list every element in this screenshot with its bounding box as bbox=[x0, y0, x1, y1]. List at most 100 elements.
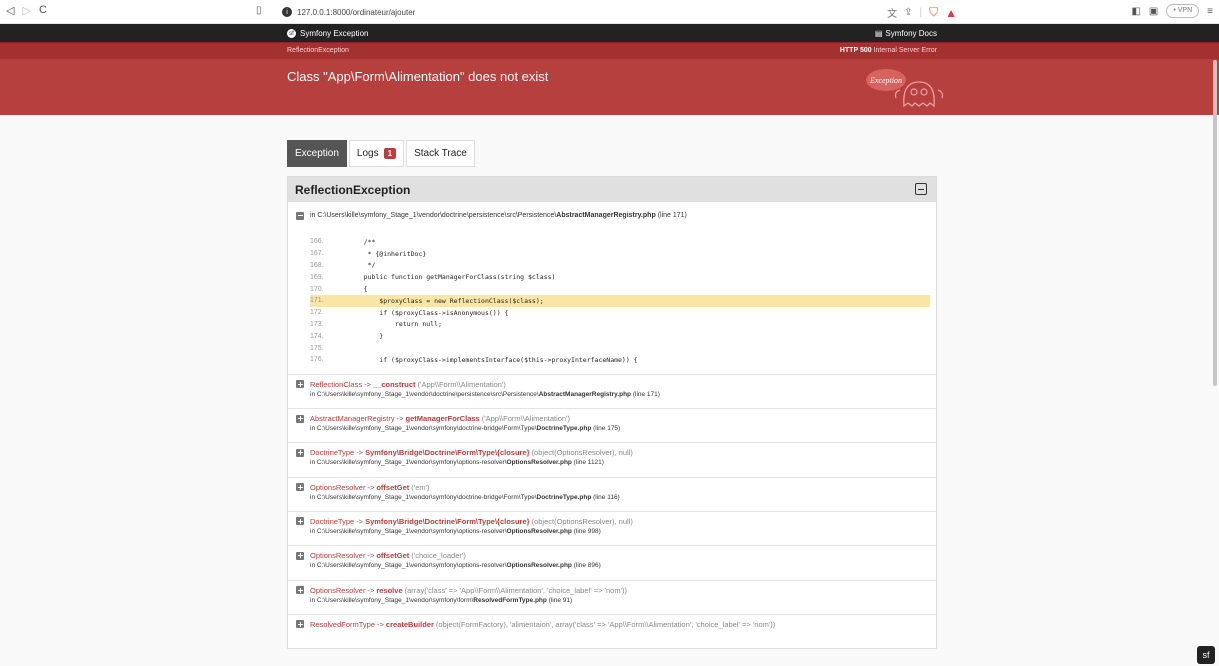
frame-args: (object(OptionsResolver), null) bbox=[531, 448, 633, 458]
line-number: 166. bbox=[310, 238, 324, 246]
code-line: 175. bbox=[310, 342, 930, 354]
brave-shield-icon[interactable]: ⛉ bbox=[929, 5, 938, 20]
tab-logs[interactable]: Logs 1 bbox=[348, 140, 405, 167]
exception-panel: ReflectionException in C:\Users\kille\sy… bbox=[287, 176, 937, 650]
expand-frame-icon[interactable] bbox=[296, 414, 304, 423]
frame-args: (object(OptionsResolver), null) bbox=[531, 516, 633, 526]
expand-frame-icon[interactable] bbox=[296, 483, 304, 492]
frame-file: OptionsResolver.php bbox=[506, 459, 572, 467]
brave-rewards-icon[interactable]: ▲ bbox=[945, 6, 957, 20]
stack-frame[interactable]: OptionsResolver -> offsetGet ('choice_loade… bbox=[288, 545, 936, 579]
panel-header[interactable]: ReflectionException bbox=[288, 177, 936, 202]
frame-class: ResolvedFormType bbox=[310, 619, 376, 629]
stack-frames: ReflectionClass -> __construct ('App\\Form\… bbox=[288, 373, 936, 648]
frame-path: in C:\Users\kille\symfony_Stage_1\vendor… bbox=[296, 562, 928, 569]
location-prefix: in C:\Users\kille\symfony_Stage_1\vendor… bbox=[310, 212, 557, 219]
url-text[interactable]: 127.0.0.1:8000/ordinateur/ajouter bbox=[297, 8, 415, 17]
address-bar[interactable]: i 127.0.0.1:8000/ordinateur/ajouter 文 ⇪ … bbox=[272, 3, 957, 21]
frame-class: DoctrineType bbox=[310, 516, 355, 526]
frame-arrow: -> bbox=[377, 619, 384, 629]
ghost-label: Exception bbox=[869, 76, 902, 85]
translate-icon[interactable]: 文 bbox=[887, 5, 897, 20]
code-text: { bbox=[348, 285, 368, 294]
site-info-icon[interactable]: i bbox=[282, 7, 292, 17]
exception-location[interactable]: in C:\Users\kille\symfony_Stage_1\vendor… bbox=[288, 202, 936, 222]
frame-function: offsetGet bbox=[376, 551, 410, 561]
sidebar-icon[interactable]: ◧ bbox=[1131, 6, 1140, 17]
page-scrollbar[interactable] bbox=[1213, 60, 1217, 386]
forward-icon[interactable]: ▷ bbox=[22, 4, 30, 17]
address-bar-icons: 文 ⇪ | ⛉ ▲ bbox=[887, 5, 957, 20]
frame-class: OptionsResolver bbox=[310, 482, 366, 492]
frame-class: OptionsResolver bbox=[310, 585, 366, 595]
menu-icon[interactable]: ≡ bbox=[1207, 6, 1213, 17]
expand-frame-icon[interactable] bbox=[296, 551, 304, 560]
frame-line: (line 116) bbox=[593, 493, 620, 501]
expand-frame-icon[interactable] bbox=[296, 380, 304, 389]
expand-frame-icon[interactable] bbox=[296, 586, 304, 595]
symfony-docs-link[interactable]: ▤ Symfony Docs bbox=[875, 29, 937, 38]
frame-function: resolve bbox=[376, 585, 403, 595]
stack-frame[interactable]: ResolvedFormType -> createBuilder (object(F… bbox=[288, 613, 936, 648]
frame-file: ResolvedFormType.php bbox=[473, 596, 547, 604]
frame-args: ('choice_loader') bbox=[411, 551, 466, 561]
stack-frame[interactable]: DoctrineType -> Symfony\Bridge\Doctrine\Fo… bbox=[288, 442, 936, 476]
frame-line: (line 998) bbox=[573, 527, 601, 535]
browser-toolbar: ◁ ▷ C ▯ i 127.0.0.1:8000/ordinateur/ajou… bbox=[0, 0, 1219, 24]
stack-frame[interactable]: OptionsResolver -> offsetGet ('em') in C:\Us… bbox=[288, 476, 936, 511]
frame-class: ReflectionClass bbox=[310, 379, 363, 389]
code-line: 176. if ($proxyClass->implementsInterfac… bbox=[310, 354, 930, 366]
symfony-logo-icon: sf bbox=[287, 29, 296, 38]
stack-frame[interactable]: AbstractManagerRegistry -> getManagerForCl… bbox=[288, 408, 936, 442]
frame-file: AbstractManagerRegistry.php bbox=[538, 390, 632, 398]
line-number: 173. bbox=[310, 320, 324, 328]
frame-arrow: -> bbox=[364, 379, 371, 389]
frame-arrow: -> bbox=[367, 482, 375, 492]
vpn-button[interactable]: • VPN bbox=[1166, 4, 1200, 18]
frame-path: in C:\Users\kille\symfony_Stage_1\vendor… bbox=[296, 597, 928, 604]
exception-subbar: ReflectionException HTTP 500 Internal Se… bbox=[0, 42, 1219, 59]
tab-stack-trace-label: Stack Trace bbox=[414, 148, 467, 159]
share-icon[interactable]: ⇪ bbox=[904, 7, 912, 18]
collapse-toggle-icon[interactable] bbox=[915, 183, 927, 195]
exception-ghost-icon: Exception bbox=[866, 69, 944, 108]
symfony-toolbar-toggle-icon[interactable]: sf bbox=[1197, 646, 1215, 664]
exception-class-label: ReflectionException bbox=[287, 47, 349, 54]
frame-class: DoctrineType bbox=[310, 448, 355, 458]
stack-frame[interactable]: DoctrineType -> Symfony\Bridge\Doctrine\Fo… bbox=[288, 510, 936, 545]
frame-call: DoctrineType -> Symfony\Bridge\Doctrine\Fo… bbox=[296, 517, 928, 526]
reload-icon[interactable]: C bbox=[39, 4, 47, 17]
wallet-icon[interactable]: ▣ bbox=[1149, 6, 1158, 17]
expand-frame-icon[interactable] bbox=[296, 517, 304, 526]
code-text: $proxyClass = new ReflectionClass($class… bbox=[348, 296, 544, 305]
code-text: public function getManagerForClass(strin… bbox=[348, 273, 556, 282]
expand-frame-icon[interactable] bbox=[296, 448, 304, 457]
frame-args: (array('class' => 'App\\Form\\Alimentati… bbox=[404, 585, 628, 595]
code-line: 167. * {@inheritDoc} bbox=[310, 248, 930, 260]
code-line: 166. /** bbox=[310, 236, 930, 248]
back-icon[interactable]: ◁ bbox=[6, 4, 14, 17]
stack-frame[interactable]: ReflectionClass -> __construct ('App\\Form\… bbox=[288, 373, 936, 408]
frame-path-prefix: in C:\Users\kille\symfony_Stage_1\vendor… bbox=[310, 562, 507, 570]
line-number: 170. bbox=[310, 285, 324, 293]
stack-frame[interactable]: OptionsResolver -> resolve (array('class' =… bbox=[288, 579, 936, 614]
frame-args: ('em') bbox=[411, 482, 430, 492]
frame-path: in C:\Users\kille\symfony_Stage_1\vendor… bbox=[296, 459, 928, 466]
frame-call: OptionsResolver -> offsetGet ('em') bbox=[296, 483, 928, 492]
symfony-exception-link[interactable]: sf Symfony Exception bbox=[287, 29, 368, 38]
collapse-frame-icon[interactable] bbox=[296, 211, 304, 220]
frame-path: in C:\Users\kille\symfony_Stage_1\vendor… bbox=[296, 528, 928, 535]
status-code: HTTP 500 bbox=[839, 47, 872, 54]
frame-arrow: -> bbox=[356, 448, 364, 458]
expand-frame-icon[interactable] bbox=[296, 620, 304, 629]
tab-logs-label: Logs bbox=[356, 148, 379, 159]
code-line: 174. } bbox=[310, 330, 930, 342]
frame-line: (line 91) bbox=[548, 596, 573, 604]
frame-line: (line 175) bbox=[593, 425, 621, 433]
code-text: } bbox=[348, 332, 384, 341]
tab-stack-trace[interactable]: Stack Trace bbox=[406, 140, 475, 167]
tab-exception[interactable]: Exception bbox=[287, 140, 347, 167]
frame-arrow: -> bbox=[396, 414, 404, 424]
code-line: 170. { bbox=[310, 283, 930, 295]
bookmark-icon[interactable]: ▯ bbox=[256, 5, 262, 16]
